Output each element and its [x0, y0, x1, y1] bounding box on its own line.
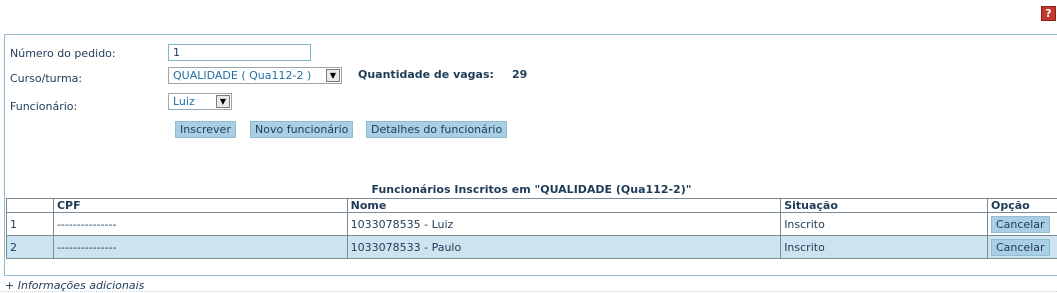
- detalhes-funcionario-button[interactable]: Detalhes do funcionário: [366, 121, 508, 138]
- row-num: 2: [6, 235, 54, 259]
- bottom-divider: [0, 291, 1057, 292]
- header-num: [6, 198, 54, 213]
- curso-label: Curso/turma:: [10, 72, 83, 85]
- curso-select[interactable]: QUALIDADE ( Qua112-2 ) ▼: [168, 67, 342, 84]
- help-icon[interactable]: ?: [1041, 6, 1056, 21]
- row-nome: 1033078535 - Luiz: [346, 212, 782, 236]
- table-row: 1 --------------- 1033078535 - Luiz Insc…: [6, 212, 1057, 236]
- chevron-down-icon: ▼: [326, 69, 340, 82]
- header-cpf: CPF: [52, 198, 348, 213]
- table-header-row: CPF Nome Situação Opção: [6, 198, 1057, 213]
- table-title: Funcionários Inscritos em "QUALIDADE (Qu…: [371, 183, 692, 196]
- row-opcao: Cancelar: [986, 212, 1057, 236]
- cancelar-button[interactable]: Cancelar: [990, 215, 1050, 233]
- row-situacao: Inscrito: [780, 212, 988, 236]
- novo-funcionario-button[interactable]: Novo funcionário: [250, 121, 354, 138]
- table-row: 2 --------------- 1033078533 - Paulo Ins…: [6, 235, 1057, 259]
- pedido-input[interactable]: [168, 44, 311, 61]
- row-nome: 1033078533 - Paulo: [346, 235, 782, 259]
- inscrever-button[interactable]: Inscrever: [175, 121, 236, 138]
- pedido-label: Número do pedido:: [10, 47, 116, 60]
- funcionario-select-value: Luiz: [173, 95, 195, 108]
- funcionario-select[interactable]: Luiz ▼: [168, 93, 232, 110]
- inscritos-table: CPF Nome Situação Opção 1 --------------…: [6, 198, 1057, 259]
- curso-select-value: QUALIDADE ( Qua112-2 ): [173, 69, 312, 82]
- row-cpf: ---------------: [52, 212, 348, 236]
- funcionario-label: Funcionário:: [10, 100, 78, 113]
- row-num: 1: [6, 212, 54, 236]
- cancelar-button[interactable]: Cancelar: [990, 238, 1050, 256]
- row-situacao: Inscrito: [780, 235, 988, 259]
- row-cpf: ---------------: [52, 235, 348, 259]
- form-panel: Número do pedido: Curso/turma: QUALIDADE…: [4, 34, 1057, 276]
- header-nome: Nome: [346, 198, 782, 213]
- chevron-down-icon: ▼: [216, 95, 230, 108]
- header-situacao: Situação: [780, 198, 988, 213]
- row-opcao: Cancelar: [986, 235, 1057, 259]
- vagas-value: 29: [512, 68, 528, 81]
- header-opcao: Opção: [986, 198, 1057, 213]
- vagas-label: Quantidade de vagas:: [358, 68, 494, 81]
